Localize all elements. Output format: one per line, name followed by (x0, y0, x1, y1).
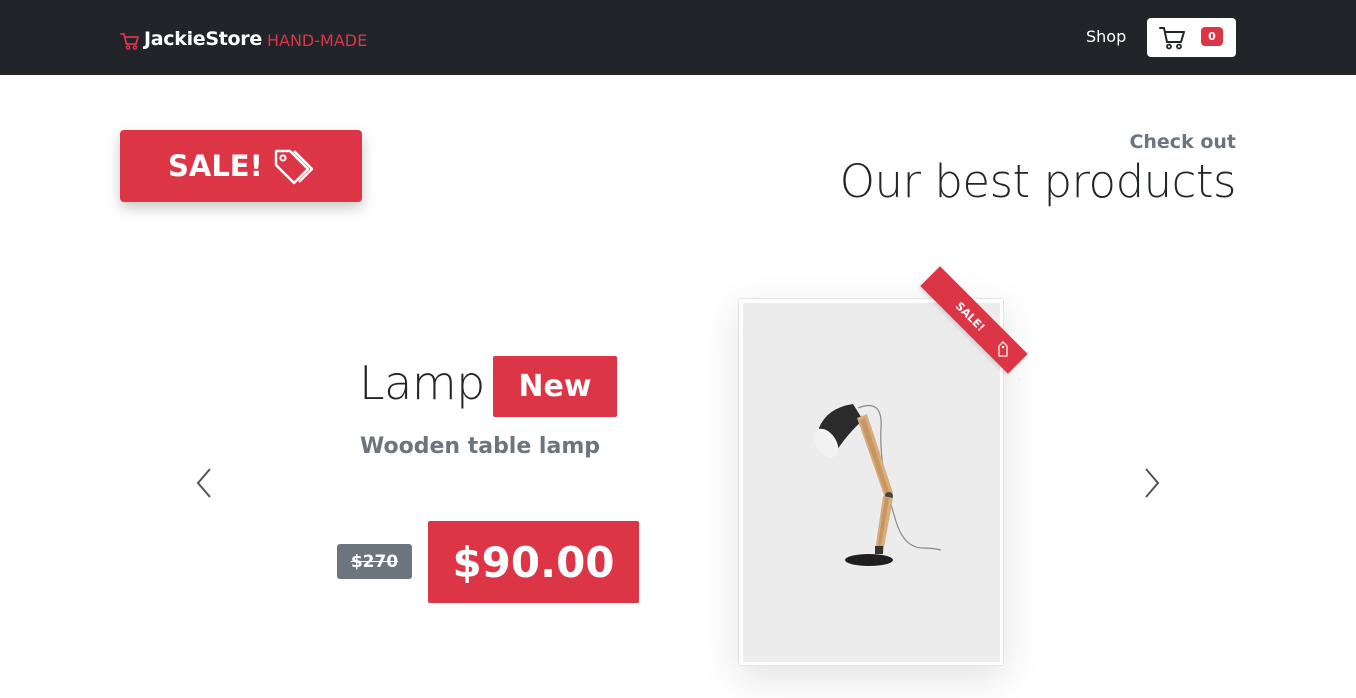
brand-logo-link[interactable]: JackieStore HAND-MADE (120, 26, 367, 52)
tags-icon (274, 149, 314, 185)
nav-link-shop[interactable]: Shop (1086, 27, 1126, 46)
sale-banner[interactable]: SALE! (120, 130, 362, 202)
new-badge: New (493, 356, 617, 417)
shopping-cart-icon (120, 33, 139, 50)
lamp-image (813, 404, 942, 566)
section-kicker: Check out (1129, 131, 1236, 153)
brand-tagline: HAND-MADE (266, 30, 368, 50)
shopping-cart-icon (1159, 27, 1185, 50)
product-description: Wooden table lamp (360, 434, 600, 459)
chevron-right-icon[interactable] (1142, 466, 1162, 500)
price-tag-icon (998, 341, 1008, 357)
old-price: $270 (337, 544, 412, 579)
price-button[interactable]: $90.00 (428, 521, 639, 603)
sale-banner-label: SALE! (168, 149, 263, 183)
product-card[interactable] (738, 298, 1004, 666)
product-image (743, 303, 1000, 662)
cart-button[interactable]: 0 (1147, 18, 1236, 57)
section-title: Our best products (839, 155, 1237, 208)
product-name: Lamp (359, 356, 485, 410)
brand-name: JackieStore (144, 28, 262, 50)
navbar: JackieStore HAND-MADE Shop 0 (0, 0, 1356, 75)
chevron-left-icon[interactable] (194, 466, 214, 500)
cart-count-badge: 0 (1201, 27, 1223, 46)
